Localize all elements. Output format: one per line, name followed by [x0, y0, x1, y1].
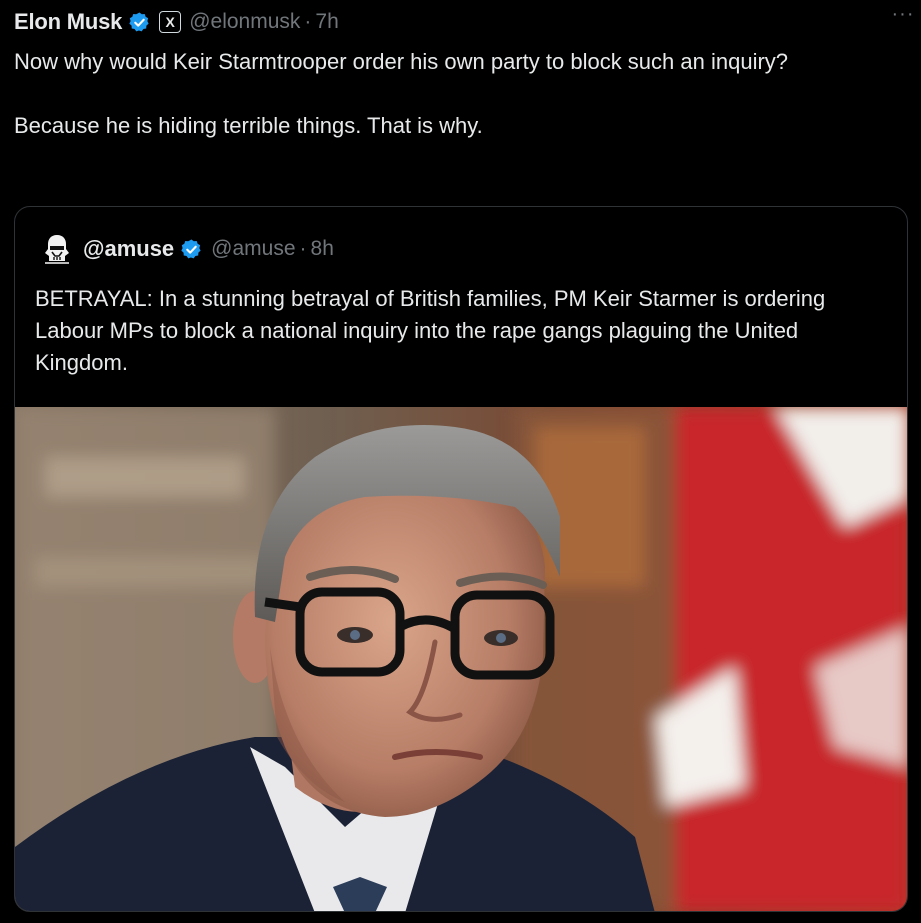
separator-dot: · [299, 237, 307, 260]
post-header: Elon Musk X @elonmusk · 7h [14, 8, 907, 36]
verified-icon [129, 11, 149, 31]
quote-time[interactable]: 8h [311, 237, 334, 261]
post-text: Now why would Keir Starmtrooper order hi… [14, 49, 789, 138]
more-options-icon[interactable]: ··· [889, 2, 917, 26]
post-time[interactable]: 7h [315, 10, 338, 34]
stormtrooper-avatar-icon[interactable] [37, 229, 77, 269]
quote-author-handle[interactable]: @amuse [211, 237, 295, 261]
quote-header: @amuse @amuse · 8h [37, 229, 334, 269]
quote-text: BETRAYAL: In a stunning betrayal of Brit… [35, 286, 826, 375]
separator-dot: · [304, 10, 312, 33]
quote-author-name[interactable]: @amuse [83, 236, 174, 262]
author-handle[interactable]: @elonmusk [189, 10, 300, 34]
affiliation-badge-icon[interactable]: X [159, 11, 182, 33]
author-name[interactable]: Elon Musk [14, 9, 122, 35]
post: Elon Musk X @elonmusk · 7h ··· Now why w… [0, 0, 921, 923]
quote-photo[interactable] [15, 407, 907, 911]
quoted-post[interactable]: @amuse @amuse · 8h BETRAYAL: In a stunni… [14, 206, 908, 912]
verified-icon [181, 238, 201, 258]
